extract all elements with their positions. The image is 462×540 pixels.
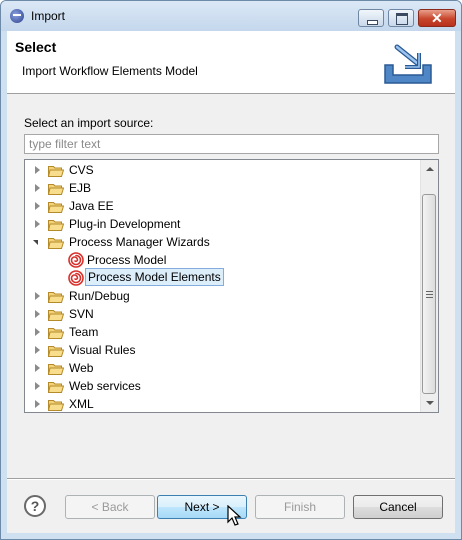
tree-item[interactable]: Run/Debug — [25, 287, 420, 305]
close-button[interactable]: ✕ — [418, 9, 456, 27]
collapsed-arrow-icon[interactable] — [35, 166, 40, 174]
tree-item-label: Team — [69, 325, 99, 339]
process-model-icon — [68, 252, 84, 268]
maximize-button[interactable] — [388, 9, 414, 27]
import-dialog: Import ✕ Select Import Workflow Elements… — [0, 0, 462, 540]
tree-item[interactable]: SVN — [25, 305, 420, 323]
grip-icon — [426, 291, 433, 292]
collapsed-arrow-icon[interactable] — [35, 328, 40, 336]
tree-item[interactable]: XML — [25, 395, 420, 412]
tree-item-label: Java EE — [69, 199, 114, 213]
scroll-down-arrow-icon[interactable] — [421, 395, 438, 412]
tree-item-label: Plug-in Development — [69, 217, 181, 231]
tree-item-label: Process Model — [87, 253, 167, 267]
import-source-label: Select an import source: — [24, 116, 154, 130]
collapsed-arrow-icon[interactable] — [35, 346, 40, 354]
tree-item-label: Web services — [69, 379, 141, 393]
mouse-cursor-icon — [227, 505, 242, 526]
process-model-icon — [68, 270, 84, 286]
dialog-body: Select Import Workflow Elements Model Se… — [7, 31, 455, 533]
collapsed-arrow-icon[interactable] — [35, 382, 40, 390]
tree-item[interactable]: Team — [25, 323, 420, 341]
folder-icon — [47, 362, 65, 375]
folder-icon — [47, 200, 65, 213]
folder-icon — [47, 344, 65, 357]
tree-item-label: SVN — [69, 307, 94, 321]
tree-item-label: Process Manager Wizards — [69, 235, 210, 249]
page-description: Import Workflow Elements Model — [22, 64, 198, 78]
collapsed-arrow-icon[interactable] — [35, 364, 40, 372]
collapsed-arrow-icon[interactable] — [35, 220, 40, 228]
tree-item[interactable]: Process Manager Wizards — [25, 233, 420, 251]
tree-item-label: XML — [69, 397, 94, 411]
folder-icon — [47, 398, 65, 411]
tree-item-label: Process Model Elements — [85, 268, 224, 286]
button-bar-divider — [7, 478, 455, 480]
folder-icon — [47, 236, 65, 249]
back-button[interactable]: < Back — [65, 495, 155, 519]
page-title: Select — [15, 39, 57, 55]
import-source-tree[interactable]: XML Web services Web Visual Rules Team SVN Run… — [24, 159, 439, 413]
tree-item[interactable]: Java EE — [25, 197, 420, 215]
scrollbar-thumb[interactable] — [422, 194, 436, 394]
tree-item-label: Visual Rules — [69, 343, 136, 357]
tree-item-label: EJB — [69, 181, 92, 195]
collapsed-arrow-icon[interactable] — [35, 400, 40, 408]
finish-button[interactable]: Finish — [255, 495, 345, 519]
cancel-button[interactable]: Cancel — [353, 495, 443, 519]
tree-item-label: CVS — [69, 163, 94, 177]
import-tray-icon — [384, 44, 432, 84]
tree-item[interactable]: Web services — [25, 377, 420, 395]
collapsed-arrow-icon[interactable] — [35, 184, 40, 192]
close-icon: ✕ — [431, 10, 443, 26]
tree-scrollbar[interactable] — [420, 160, 438, 412]
minimize-icon — [367, 20, 378, 25]
maximize-icon — [396, 13, 408, 25]
tree-item[interactable]: Visual Rules — [25, 341, 420, 359]
window-title: Import — [31, 9, 66, 23]
collapsed-arrow-icon[interactable] — [35, 310, 40, 318]
tree-item[interactable]: Process Model — [25, 251, 420, 269]
folder-icon — [47, 380, 65, 393]
folder-icon — [47, 218, 65, 231]
tree-item[interactable]: Web — [25, 359, 420, 377]
folder-icon — [47, 290, 65, 303]
tree-item[interactable]: Plug-in Development — [25, 215, 420, 233]
folder-icon — [47, 182, 65, 195]
expanded-arrow-icon[interactable] — [33, 240, 38, 245]
title-bar[interactable]: Import ✕ — [1, 1, 461, 31]
tree-item-label: Web — [69, 361, 94, 375]
tree-item-label: Run/Debug — [69, 289, 130, 303]
collapsed-arrow-icon[interactable] — [35, 292, 40, 300]
eclipse-icon — [10, 9, 24, 23]
folder-icon — [47, 326, 65, 339]
tree-item[interactable]: CVS — [25, 161, 420, 179]
help-icon[interactable]: ? — [24, 495, 46, 517]
folder-icon — [47, 164, 65, 177]
tree-item[interactable]: EJB — [25, 179, 420, 197]
minimize-button[interactable] — [358, 9, 384, 27]
folder-icon — [47, 308, 65, 321]
scroll-up-arrow-icon[interactable] — [421, 160, 438, 177]
tree-item[interactable]: Process Model Elements — [25, 268, 420, 287]
collapsed-arrow-icon[interactable] — [35, 202, 40, 210]
filter-input[interactable] — [24, 134, 439, 154]
wizard-banner: Select Import Workflow Elements Model — [7, 31, 455, 94]
